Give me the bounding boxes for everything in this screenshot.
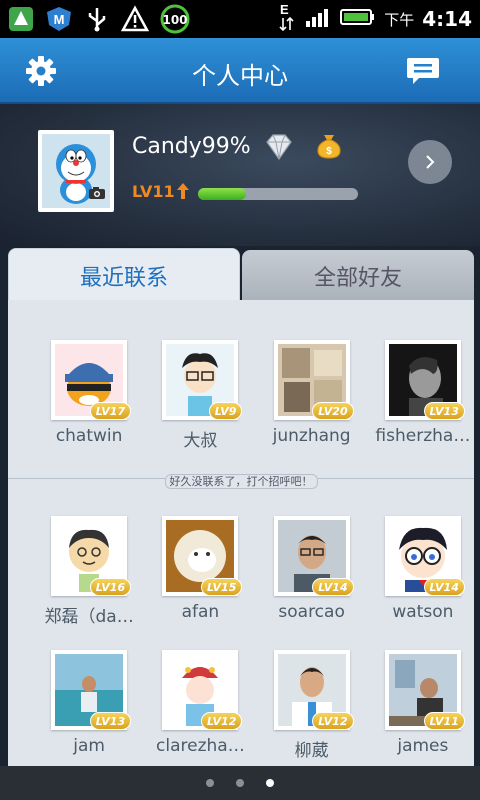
contact-avatar: LV12 [162,650,243,730]
profile-avatar[interactable] [38,130,114,212]
battery-100-icon: 100 [158,4,192,34]
warning-icon [120,4,150,34]
messages-button[interactable] [404,52,442,90]
contact-item[interactable]: LV13 fisherzha… [372,340,474,451]
contact-avatar: LV13 [51,650,132,730]
contact-name: watson [392,602,454,622]
level-badge: LV16 [89,578,132,596]
maxthon-icon: M [44,4,74,34]
clock: 4:14 [422,7,472,31]
contact-item[interactable]: LV12 柳葳 [261,650,363,761]
contact-name: 大叔 [183,431,218,451]
contact-item[interactable]: LV14 soarcao [261,516,363,627]
contact-avatar: LV14 [273,516,354,596]
contact-name: fisherzha… [375,426,471,446]
level-badge: LV11 [423,712,465,730]
contact-item[interactable]: LV9 大叔 [149,340,251,451]
contact-item[interactable]: LV17 chatwin [38,340,140,451]
contact-list: LV17 chatwin LV9 大叔 LV20 junzhang LV13 f… [8,300,474,766]
tab-all-friends[interactable]: 全部好友 [242,250,474,302]
chevron-right-icon [426,155,435,169]
contact-item[interactable]: LV11 james [372,650,474,761]
contact-name: junzhang [272,426,351,446]
sprite-icon [6,4,36,34]
recent-row: LV17 chatwin LV9 大叔 LV20 junzhang LV13 f… [8,340,474,451]
level-badge: LV20 [312,402,354,420]
svg-text:M: M [54,12,65,27]
contact-avatar: LV12 [273,650,354,730]
money-bag-icon[interactable]: $ [314,130,344,164]
page-indicator[interactable] [0,779,480,787]
contact-name: jam [73,736,105,756]
experience-bar-fill [198,188,246,200]
friends-row: LV16 郑磊（da… LV15 afan LV14 soarcao LV14 … [8,516,474,627]
contact-name: 柳葳 [294,741,329,761]
contact-name: chatwin [55,426,123,446]
level-badge: LV17 [89,402,132,420]
level-badge: LV13 [423,402,465,420]
contact-avatar: LV20 [273,340,354,420]
contact-avatar: LV16 [51,516,132,596]
contact-name: james [397,736,449,756]
level-badge: LV9 [208,402,243,420]
profile-header: Candy99% $ LV11 [0,104,480,246]
user-level: LV11 [132,182,175,201]
experience-bar [198,188,358,200]
reconnect-hint: 好久没联系了，打个招呼吧！ [8,470,474,489]
data-transfer-icon: E [278,2,296,36]
contact-item[interactable]: LV13 jam [38,650,140,761]
contact-name: 郑磊（da… [44,607,134,627]
page-indicator-bar [0,766,480,800]
level-badge: LV14 [423,578,465,596]
svg-text:$: $ [326,146,332,157]
level-badge: LV12 [201,712,243,730]
contact-item[interactable]: LV15 afan [149,516,251,627]
level-up-icon [176,182,190,204]
friend-tabs: 最近联系 全部好友 [8,248,474,302]
svg-text:E: E [280,2,289,17]
diamond-icon[interactable] [262,132,296,166]
contact-item[interactable]: LV12 clarezha… [149,650,251,761]
contact-avatar: LV9 [162,340,243,420]
contact-avatar: LV11 [384,650,465,730]
page-dot[interactable] [266,779,274,787]
contact-name: clarezha… [156,736,245,756]
level-badge: LV15 [201,578,243,596]
profile-detail-button[interactable] [408,140,452,184]
page-dot[interactable] [236,779,244,787]
level-badge: LV14 [312,578,354,596]
level-badge: LV13 [89,712,132,730]
time-period: 下午 [384,10,415,29]
contact-avatar: LV15 [162,516,243,596]
title-bar: 个人中心 [0,38,480,104]
friends-row: LV13 jam LV12 clarezha… LV12 柳葳 LV11 jam… [8,650,474,761]
username: Candy99% [132,134,251,159]
contact-avatar: LV17 [51,340,132,420]
contact-item[interactable]: LV16 郑磊（da… [38,516,140,627]
chat-icon [407,58,439,84]
doraemon-avatar-image [42,134,110,208]
camera-icon[interactable] [88,185,106,204]
usb-icon [82,4,112,34]
page-dot[interactable] [206,779,214,787]
contact-avatar: LV14 [384,516,465,596]
tab-recent-contacts[interactable]: 最近联系 [8,248,240,302]
signal-icon [304,5,332,33]
contact-name: afan [181,602,220,622]
status-bar: M 100 E 下午 4:14 [0,0,480,38]
contact-name: soarcao [278,602,345,622]
contact-avatar: LV13 [384,340,465,420]
level-badge: LV12 [312,712,354,730]
contact-item[interactable]: LV14 watson [372,516,474,627]
contact-item[interactable]: LV20 junzhang [261,340,363,451]
battery-icon [340,7,376,31]
